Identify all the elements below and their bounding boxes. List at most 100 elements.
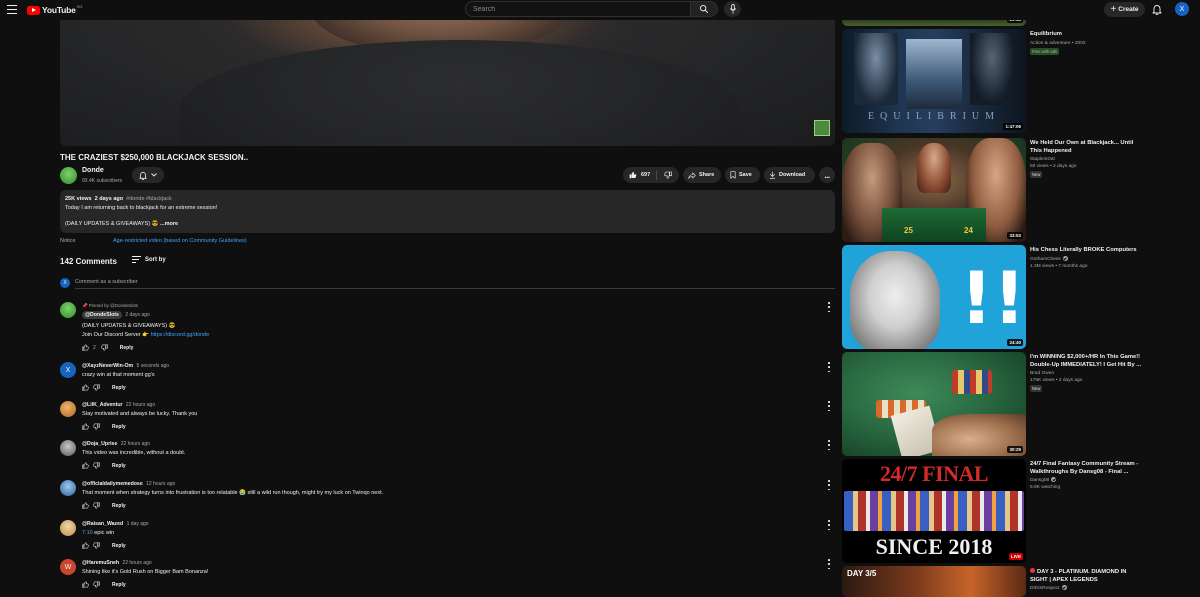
thumbs-down-icon[interactable]: [93, 462, 100, 469]
recommended-video[interactable]: 24/7 FINAL FANTASY SINCE 2018 LIVE 24/7 …: [842, 459, 1192, 563]
video-channel[interactable]: DrDisRespect: [1030, 586, 1060, 591]
video-channel[interactable]: Brad Owen: [1030, 370, 1145, 377]
comment-avatar[interactable]: [60, 480, 76, 496]
thumbs-down-icon[interactable]: [101, 344, 108, 351]
video-title[interactable]: 24/7 Final Fantasy Community Stream - Wa…: [1030, 461, 1145, 476]
thumbs-up-icon[interactable]: [82, 462, 89, 469]
video-player[interactable]: [60, 0, 835, 146]
thumbs-down-icon[interactable]: [93, 542, 100, 549]
video-thumbnail[interactable]: !! 24:40: [842, 245, 1026, 349]
thumbs-down-icon[interactable]: [93, 423, 100, 430]
account-avatar[interactable]: X: [1175, 2, 1189, 16]
comment-menu-icon[interactable]: [827, 401, 831, 411]
comment-time[interactable]: 5 seconds ago: [137, 363, 170, 369]
video-title[interactable]: I'm WINNING $2,000+/HR In This Game!! Do…: [1030, 354, 1145, 369]
recommended-video[interactable]: DAY 3/5 DAY 3 - PLATINUM. DIAMOND IN SIG…: [842, 566, 1192, 597]
download-button[interactable]: Download: [764, 167, 815, 183]
search-button[interactable]: [690, 1, 718, 17]
video-title[interactable]: Equilibrium: [1030, 31, 1145, 39]
menu-icon[interactable]: [7, 5, 17, 14]
thumbs-up-icon[interactable]: [82, 542, 89, 549]
hashtags[interactable]: #donde #blackjack: [126, 196, 172, 202]
comment-avatar[interactable]: [60, 440, 76, 456]
subscription-notification-button[interactable]: [132, 167, 164, 183]
thumbs-up-icon[interactable]: [82, 581, 89, 588]
comment-avatar[interactable]: [60, 302, 76, 318]
thumbs-up-icon[interactable]: [82, 502, 89, 509]
dislike-button[interactable]: [657, 171, 679, 179]
video-channel[interactable]: StapleinDat: [1030, 156, 1145, 163]
comment-author[interactable]: @DondeSlots: [82, 311, 122, 319]
like-button[interactable]: 697: [623, 170, 658, 180]
comment-author[interactable]: @XayzNeverWin-Om: [82, 363, 133, 369]
search-input[interactable]: [466, 2, 690, 16]
reply-button[interactable]: Reply: [112, 385, 126, 391]
channel-watermark[interactable]: [814, 120, 830, 136]
channel-avatar[interactable]: [60, 167, 77, 184]
notice-link[interactable]: Age-restricted video (based on Community…: [113, 238, 247, 244]
share-button[interactable]: Share: [683, 167, 721, 183]
thumbs-up-icon[interactable]: [82, 423, 89, 430]
comment-menu-icon[interactable]: [827, 302, 831, 312]
comment-menu-icon[interactable]: [827, 520, 831, 530]
comment-time[interactable]: 22 hours ago: [126, 402, 155, 408]
recommended-video[interactable]: !! 24:40 His Chess Literally BROKE Compu…: [842, 245, 1192, 349]
reply-button[interactable]: Reply: [112, 503, 126, 509]
comment-menu-icon[interactable]: [827, 559, 831, 569]
youtube-logo[interactable]: YouTube SG: [27, 4, 82, 16]
reply-button[interactable]: Reply: [112, 463, 126, 469]
video-thumbnail[interactable]: 24/7 FINAL FANTASY SINCE 2018 LIVE: [842, 459, 1026, 563]
comment-time[interactable]: 1 day ago: [127, 521, 149, 527]
comment-time[interactable]: 22 hours ago: [121, 441, 150, 447]
notifications-button[interactable]: [1151, 3, 1163, 16]
recommended-video[interactable]: 30:29 I'm WINNING $2,000+/HR In This Gam…: [842, 352, 1192, 456]
thumbs-down-icon[interactable]: [93, 581, 100, 588]
video-title[interactable]: We Held Our Own at Blackjack... Until Th…: [1030, 140, 1145, 155]
description-more-link[interactable]: ...more: [160, 221, 178, 227]
create-button[interactable]: + Create: [1104, 2, 1145, 17]
comment-author[interactable]: @Raisan_Wazed: [82, 521, 123, 527]
video-channel[interactable]: GothamChess: [1030, 257, 1061, 262]
comment-time[interactable]: 2 days ago: [125, 312, 149, 318]
comment-avatar[interactable]: W: [60, 559, 76, 575]
thumbs-up-icon[interactable]: [82, 344, 89, 351]
thumbs-up-icon[interactable]: [82, 384, 89, 391]
comment-author[interactable]: @Doja_Uprise: [82, 441, 117, 447]
more-actions-button[interactable]: ...: [819, 167, 835, 183]
comment-author[interactable]: @HaremuSneh: [82, 560, 119, 566]
comment-author[interactable]: @officialdailymemedose: [82, 481, 143, 487]
reply-button[interactable]: Reply: [112, 424, 126, 430]
comment-menu-icon[interactable]: [827, 480, 831, 490]
video-thumbnail[interactable]: 30:29: [842, 352, 1026, 456]
comment-avatar[interactable]: [60, 401, 76, 417]
video-thumbnail[interactable]: DAY 3/5: [842, 566, 1026, 597]
comment-time[interactable]: 12 hours ago: [146, 481, 175, 487]
comment-avatar[interactable]: [60, 520, 76, 536]
video-title[interactable]: DAY 3 - PLATINUM. DIAMOND IN SIGHT | APE…: [1030, 569, 1126, 583]
reply-button[interactable]: Reply: [120, 345, 134, 351]
video-thumbnail[interactable]: EQUILIBRIUM 1:47:06: [842, 29, 1026, 133]
recommended-video[interactable]: EQUILIBRIUM 1:47:06 Equilibrium Action &…: [842, 29, 1192, 135]
add-comment-input[interactable]: Comment as a subscriber: [75, 279, 835, 289]
comment-time[interactable]: 22 hours ago: [122, 560, 151, 566]
comment-menu-icon[interactable]: [827, 362, 831, 372]
save-button[interactable]: Save: [725, 167, 760, 183]
video-channel[interactable]: Dansg08: [1030, 478, 1049, 483]
description-box[interactable]: 25K views 2 days ago #donde #blackjack T…: [60, 190, 835, 233]
comment-avatar[interactable]: X: [60, 362, 76, 378]
discord-link[interactable]: https://discord.gg/donde: [151, 332, 210, 338]
recommended-video[interactable]: 25 24 33:53 We Held Our Own at Blackjack…: [842, 138, 1192, 242]
voice-search-button[interactable]: [724, 1, 741, 17]
thumbs-down-icon[interactable]: [93, 384, 100, 391]
channel-name[interactable]: Donde: [82, 167, 104, 174]
reply-button[interactable]: Reply: [112, 582, 126, 588]
video-channel[interactable]: Action & adventure • 2002: [1030, 40, 1145, 47]
reply-button[interactable]: Reply: [112, 543, 126, 549]
timestamp-link[interactable]: 7:10: [82, 530, 93, 536]
sort-comments-button[interactable]: Sort by: [132, 256, 166, 263]
video-thumbnail[interactable]: 25 24 33:53: [842, 138, 1026, 242]
comment-author[interactable]: @LilK_Adventur: [82, 402, 123, 408]
comment-menu-icon[interactable]: [827, 440, 831, 450]
video-title[interactable]: His Chess Literally BROKE Computers: [1030, 247, 1145, 255]
thumbs-down-icon[interactable]: [93, 502, 100, 509]
